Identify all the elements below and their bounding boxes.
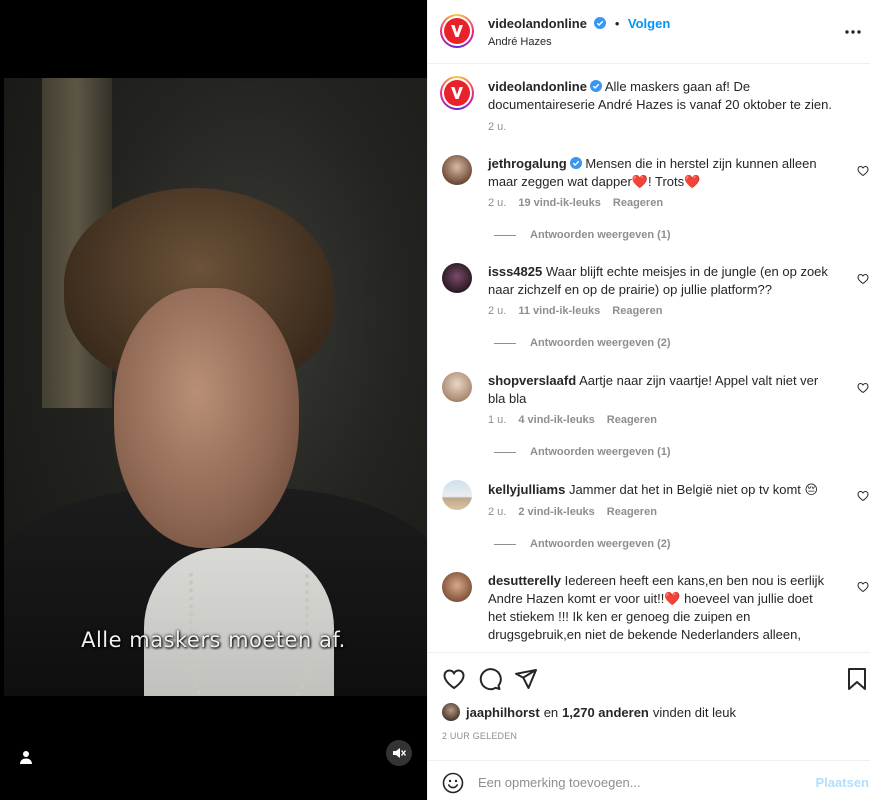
view-replies-button[interactable]: Antwoorden weergeven (2) xyxy=(494,538,671,550)
comment-likes[interactable]: 11 vind-ik-leuks xyxy=(518,305,600,317)
heart-icon[interactable] xyxy=(857,382,869,394)
location-link[interactable]: André Hazes xyxy=(488,36,552,48)
liker-username[interactable]: jaaphilhorst xyxy=(466,705,540,720)
caption-meta: 2 u. xyxy=(488,121,506,133)
comment-icon[interactable] xyxy=(478,667,502,691)
replies-divider xyxy=(494,234,516,236)
comment-text: Jammer dat het in België niet op tv komt… xyxy=(568,482,819,497)
comment-username[interactable]: kellyjulliams xyxy=(488,482,565,497)
view-replies-label: Antwoorden weergeven (1) xyxy=(530,446,671,458)
comment-avatar[interactable] xyxy=(442,372,472,402)
comment-avatar[interactable] xyxy=(442,480,472,510)
comment-text-block: kellyjulliams Jammer dat het in België n… xyxy=(488,481,833,499)
comment-text-block: desutterelly Iedereen heeft een kans,en … xyxy=(488,572,833,644)
caption-username[interactable]: videolandonline xyxy=(488,79,587,94)
view-replies-button[interactable]: Antwoorden weergeven (1) xyxy=(494,229,671,241)
follow-button[interactable]: Volgen xyxy=(628,16,670,31)
media-letterbox xyxy=(0,0,427,78)
comment-username[interactable]: jethrogalung xyxy=(488,156,567,171)
video-frame[interactable] xyxy=(4,78,427,696)
likes-others[interactable]: 1,270 anderen xyxy=(562,705,649,720)
likes-suffix: vinden dit leuk xyxy=(652,704,736,720)
comment-text-block: shopverslaafd Aartje naar zijn vaartje! … xyxy=(488,372,833,408)
view-replies-label: Antwoorden weergeven (2) xyxy=(530,538,671,550)
post-comment-button[interactable]: Plaatsen xyxy=(816,775,869,790)
add-comment-bar: Plaatsen xyxy=(428,760,870,800)
comment-time: 2 u. xyxy=(488,197,507,209)
verified-icon xyxy=(569,157,582,169)
reply-button[interactable]: Reageren xyxy=(607,506,657,518)
liker-avatar[interactable] xyxy=(442,703,460,721)
heart-icon[interactable] xyxy=(857,581,869,593)
heart-icon[interactable] xyxy=(857,490,869,502)
caption-time: 2 u. xyxy=(488,121,507,133)
reply-button[interactable]: Reageren xyxy=(612,305,662,317)
replies-divider xyxy=(494,451,516,453)
comment-avatar[interactable] xyxy=(442,155,472,185)
replies-divider xyxy=(494,543,516,545)
avatar[interactable] xyxy=(440,14,474,48)
heart-icon[interactable] xyxy=(442,667,466,691)
heart-icon[interactable] xyxy=(857,165,869,177)
replies-divider xyxy=(494,342,516,344)
comment-avatar[interactable] xyxy=(442,572,472,602)
comment-time: 1 u. xyxy=(488,414,507,426)
video-subtitle: Alle maskers moeten af. xyxy=(81,628,346,652)
verified-icon xyxy=(594,17,607,29)
view-replies-label: Antwoorden weergeven (1) xyxy=(530,229,671,241)
emoji-icon[interactable] xyxy=(442,772,464,794)
videoland-logo-icon xyxy=(451,87,463,99)
comment-text-block: isss4825 Waar blijft echte meisjes in de… xyxy=(488,263,833,299)
likes-summary: jaaphilhorst en 1,270 anderen vinden dit… xyxy=(442,703,736,721)
face xyxy=(114,288,299,548)
header-separator: • xyxy=(614,16,620,31)
comment-meta: 2 u. 11 vind-ik-leuks Reageren xyxy=(488,305,662,317)
comment-likes[interactable]: 19 vind-ik-leuks xyxy=(518,197,601,209)
view-replies-label: Antwoorden weergeven (2) xyxy=(530,337,671,349)
post-panel: videolandonline • Volgen André Hazes vid… xyxy=(427,0,870,800)
share-icon[interactable] xyxy=(514,667,538,691)
comment-likes[interactable]: 2 vind-ik-leuks xyxy=(518,506,594,518)
comment-text-block: jethrogalung Mensen die in herstel zijn … xyxy=(488,155,833,191)
mute-icon[interactable] xyxy=(386,740,412,766)
post-time[interactable]: 2 UUR GELEDEN xyxy=(442,731,517,741)
post-media[interactable]: Alle maskers moeten af. xyxy=(0,0,427,800)
comment-username[interactable]: desutterelly xyxy=(488,573,561,588)
comment-likes[interactable]: 4 vind-ik-leuks xyxy=(518,414,594,426)
heart-icon[interactable] xyxy=(857,273,869,285)
comment-meta: 2 u. 19 vind-ik-leuks Reageren xyxy=(488,197,663,209)
header-username[interactable]: videolandonline xyxy=(488,16,587,31)
caption-avatar[interactable] xyxy=(440,76,474,110)
comments-list[interactable]: videolandonline Alle maskers gaan af! De… xyxy=(428,65,870,652)
comment-input[interactable] xyxy=(478,771,798,793)
view-replies-button[interactable]: Antwoorden weergeven (1) xyxy=(494,446,671,458)
comment-meta: 2 u. 2 vind-ik-leuks Reageren xyxy=(488,506,657,518)
bookmark-icon[interactable] xyxy=(846,667,868,691)
comment-time: 2 u. xyxy=(488,506,507,518)
comment-avatar[interactable] xyxy=(442,263,472,293)
post-header: videolandonline • Volgen André Hazes xyxy=(428,0,870,64)
comment-username[interactable]: shopverslaafd xyxy=(488,373,576,388)
verified-icon xyxy=(589,80,602,92)
comment-meta: 1 u. 4 vind-ik-leuks Reageren xyxy=(488,414,657,426)
reply-button[interactable]: Reageren xyxy=(607,414,657,426)
user-tag-icon[interactable] xyxy=(18,749,34,765)
action-bar xyxy=(428,652,870,700)
caption-text-block: videolandonline Alle maskers gaan af! De… xyxy=(488,78,858,114)
view-replies-button[interactable]: Antwoorden weergeven (2) xyxy=(494,337,671,349)
comment-username[interactable]: isss4825 xyxy=(488,264,542,279)
videoland-logo-icon xyxy=(451,25,463,37)
comment-time: 2 u. xyxy=(488,305,507,317)
header-title-row: videolandonline • Volgen xyxy=(488,15,670,33)
more-options-icon[interactable] xyxy=(843,24,863,40)
reply-button[interactable]: Reageren xyxy=(613,197,663,209)
likes-connector: en xyxy=(543,704,559,720)
